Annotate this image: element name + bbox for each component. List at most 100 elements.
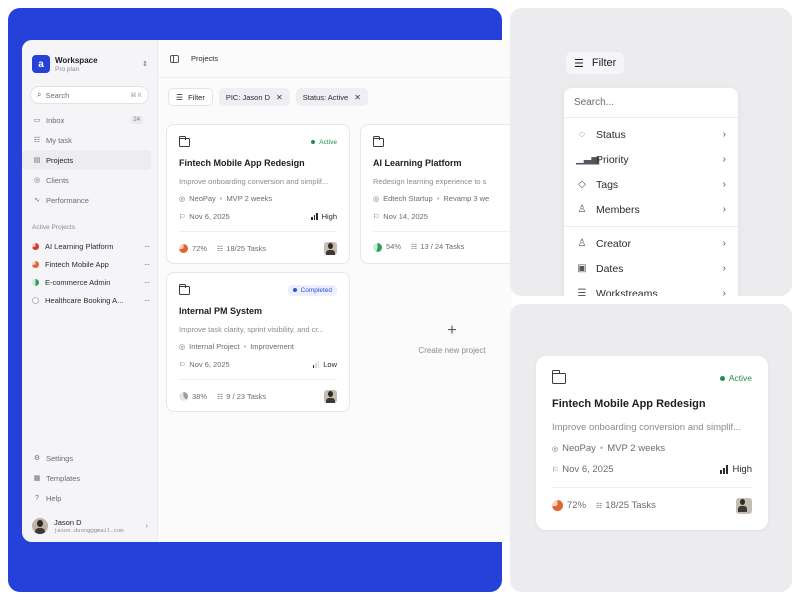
user-menu[interactable]: Jason D jason.duong@gmail.com › bbox=[22, 518, 157, 534]
project-description: Improve task clarity, sprint visibility,… bbox=[179, 325, 324, 334]
project-description: Improve onboarding conversion and simpli… bbox=[179, 177, 329, 186]
status-icon: ◌ bbox=[579, 129, 585, 140]
project-meta: ◎ Edtech Startup • Revamp 3 we bbox=[373, 194, 490, 203]
project-status-dot bbox=[32, 260, 39, 268]
sidebar-item-templates[interactable]: ▦ Templates bbox=[22, 468, 151, 488]
more-icon[interactable]: ··· bbox=[144, 278, 150, 287]
tasks-icon: ☷ bbox=[217, 393, 224, 401]
client-icon: ◎ bbox=[179, 195, 186, 203]
project-label: Healthcare Booking A... bbox=[45, 295, 124, 305]
filter-search-input[interactable]: Search... bbox=[564, 88, 738, 118]
priority-bars-icon bbox=[720, 465, 729, 474]
sidebar-item-settings[interactable]: ⚙ Settings bbox=[22, 448, 151, 468]
avatar bbox=[324, 242, 337, 255]
filter-option-priority[interactable]: ▁▃▅ Priority › bbox=[564, 147, 738, 172]
folder-icon bbox=[178, 283, 190, 295]
status-badge: Completed bbox=[287, 284, 337, 296]
chevron-right-icon: › bbox=[722, 204, 726, 215]
status-badge: Active bbox=[311, 139, 337, 146]
filter-option-dates[interactable]: ▣ Dates › bbox=[564, 256, 738, 281]
more-icon[interactable]: ··· bbox=[144, 242, 150, 251]
sidebar-item-clients[interactable]: ◎ Clients bbox=[22, 170, 151, 190]
progress: 38% bbox=[179, 392, 207, 402]
progress-pie-icon bbox=[373, 242, 382, 252]
avatar bbox=[32, 518, 48, 534]
sidebar-project-item[interactable]: Healthcare Booking A... ··· bbox=[22, 291, 157, 309]
client-icon: ◎ bbox=[552, 445, 559, 453]
project-status-dot bbox=[32, 278, 39, 286]
calendar-icon: ▣ bbox=[577, 263, 587, 274]
close-icon[interactable]: ✕ bbox=[354, 93, 361, 102]
sidebar-item-label: Projects bbox=[46, 155, 74, 165]
search-shortcut: ⌘ K bbox=[130, 92, 142, 99]
progress: 72% bbox=[179, 244, 207, 254]
inbox-count-badge: 24 bbox=[130, 116, 143, 124]
filter-option-creator[interactable]: ♙ Creator › bbox=[564, 231, 738, 256]
creator-icon: ♙ bbox=[577, 238, 587, 249]
project-card[interactable]: Active Fintech Mobile App Redesign Impro… bbox=[166, 124, 350, 264]
project-card[interactable]: AI Learning Platform Redesign learning e… bbox=[360, 124, 512, 264]
templates-icon: ▦ bbox=[33, 475, 41, 482]
chevron-right-icon: › bbox=[722, 179, 726, 190]
task-count: ☷ 9 / 23 Tasks bbox=[217, 391, 267, 401]
sidebar-project-item[interactable]: Fintech Mobile App ··· bbox=[22, 255, 157, 273]
priority-bars-icon bbox=[311, 213, 318, 220]
filter-search-placeholder: Search... bbox=[574, 97, 615, 108]
task-count: ☷ 18/25 Tasks bbox=[217, 243, 267, 253]
inbox-icon: ▭ bbox=[33, 117, 41, 124]
sidebar-item-label: Settings bbox=[46, 453, 74, 463]
menu-item-label: Dates bbox=[596, 262, 624, 275]
due-date: ⚐ Nov 6, 2025 bbox=[179, 212, 230, 221]
filter-option-status[interactable]: ◌ Status › bbox=[564, 122, 738, 147]
chevron-up-down-icon: ⇕ bbox=[142, 61, 148, 68]
sidebar-item-label: Performance bbox=[46, 195, 89, 205]
project-label: E-commerce Admin bbox=[45, 277, 111, 287]
filter-menu-showcase: ☰ Filter Search... ◌ Status › ▁▃▅ Priori… bbox=[510, 8, 792, 296]
flag-icon: ⚐ bbox=[179, 361, 186, 369]
status-badge: Active bbox=[719, 373, 752, 383]
chevron-right-icon: › bbox=[722, 263, 726, 274]
filter-button[interactable]: ☰ Filter bbox=[566, 52, 625, 74]
more-icon[interactable]: ··· bbox=[144, 260, 150, 269]
flag-icon: ⚐ bbox=[373, 213, 380, 221]
menu-item-label: Creator bbox=[596, 237, 632, 250]
menu-item-label: Members bbox=[596, 203, 640, 216]
active-projects-title: Active Projects bbox=[32, 224, 75, 231]
sidebar: a Workspace Pro plan ⇕ ⌕ Search ⌘ K ▭ In… bbox=[22, 40, 158, 542]
sidebar-item-inbox[interactable]: ▭ Inbox 24 bbox=[22, 110, 151, 130]
menu-item-label: Priority bbox=[596, 153, 629, 166]
filter-label: Filter bbox=[188, 92, 205, 102]
filter-bar: ☰ Filter PIC: Jason D ✕ Status: Active ✕ bbox=[158, 78, 512, 116]
filter-chip-pic[interactable]: PIC: Jason D ✕ bbox=[218, 88, 290, 106]
project-card[interactable]: Completed Internal PM System Improve tas… bbox=[166, 272, 350, 412]
help-icon: ? bbox=[35, 494, 39, 502]
workspace-switcher[interactable]: a Workspace Pro plan ⇕ bbox=[22, 40, 157, 78]
project-meta: ◎ NeoPay • MVP 2 weeks bbox=[179, 194, 273, 203]
tasks-icon: ☷ bbox=[411, 244, 418, 252]
sidebar-item-projects[interactable]: ▤ Projects bbox=[22, 150, 151, 170]
more-icon[interactable]: ··· bbox=[144, 296, 150, 305]
project-title: AI Learning Platform bbox=[373, 158, 462, 168]
search-input[interactable]: ⌕ Search ⌘ K bbox=[30, 86, 149, 104]
project-meta: ◎ NeoPay • MVP 2 weeks bbox=[552, 443, 666, 454]
create-project-button[interactable]: + Create new project bbox=[372, 322, 512, 355]
filter-chip-status[interactable]: Status: Active ✕ bbox=[295, 88, 368, 106]
sidebar-item-help[interactable]: ? Help bbox=[22, 488, 151, 508]
sidebar-item-performance[interactable]: ∿ Performance bbox=[22, 190, 151, 210]
close-icon[interactable]: ✕ bbox=[276, 93, 283, 102]
filter-option-workstreams[interactable]: ☰ Workstreams › bbox=[564, 281, 738, 297]
project-card-large[interactable]: Active Fintech Mobile App Redesign Impro… bbox=[536, 356, 768, 530]
filter-button[interactable]: ☰ Filter bbox=[168, 88, 213, 106]
create-label: Create new project bbox=[418, 346, 486, 355]
filter-option-members[interactable]: ♙ Members › bbox=[564, 197, 738, 222]
sidebar-project-item[interactable]: AI Learning Platform ··· bbox=[22, 237, 157, 255]
progress: 72% bbox=[552, 500, 586, 512]
filter-option-tags[interactable]: ◇ Tags › bbox=[564, 172, 738, 197]
workstreams-icon: ☰ bbox=[577, 288, 587, 296]
sidebar-project-item[interactable]: E-commerce Admin ··· bbox=[22, 273, 157, 291]
menu-item-label: Workstreams bbox=[596, 287, 658, 297]
sidebar-item-my-task[interactable]: ☷ My task bbox=[22, 130, 151, 150]
chip-label: Status: Active bbox=[302, 92, 349, 102]
progress-pie-icon bbox=[179, 244, 188, 254]
sidebar-toggle-icon[interactable] bbox=[170, 54, 179, 63]
